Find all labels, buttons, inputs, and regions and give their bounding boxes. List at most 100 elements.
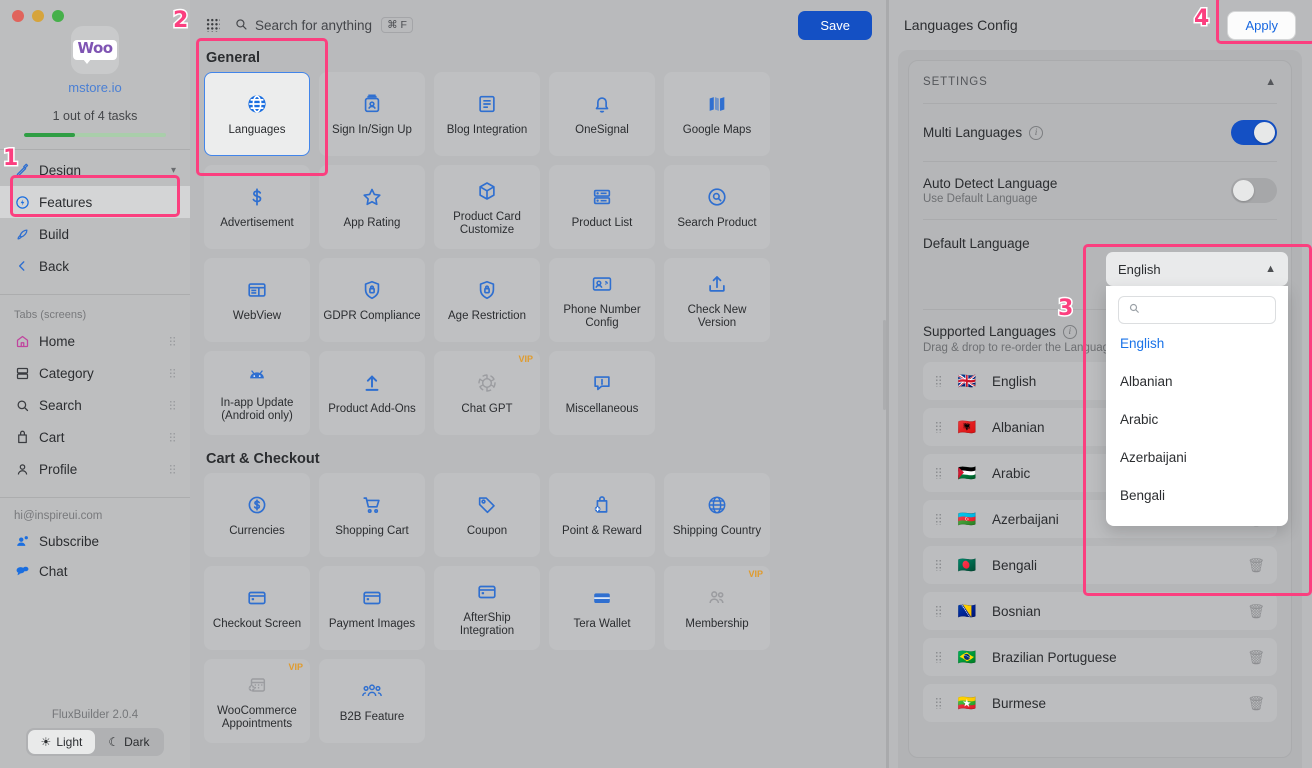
global-search[interactable]: Search for anything ⌘ F: [234, 17, 413, 34]
sun-icon: ☀: [40, 735, 52, 749]
dropdown-option-albanian[interactable]: Albanian: [1118, 362, 1276, 400]
chevron-down-icon: ▾: [170, 164, 176, 176]
settings-section-header[interactable]: SETTINGS ▲: [923, 61, 1277, 103]
language-row-brazilian-portuguese[interactable]: 🇧🇷 Brazilian Portuguese 🗑: [923, 638, 1277, 676]
feature-tile-check-new-version[interactable]: Check New Version: [664, 258, 770, 342]
feature-tile-shipping-country[interactable]: Shipping Country: [664, 473, 770, 557]
feature-tile-miscellaneous[interactable]: Miscellaneous: [549, 351, 655, 435]
theme-light-button[interactable]: ☀ Light: [27, 730, 96, 754]
feature-tile-search-product[interactable]: Search Product: [664, 165, 770, 249]
feature-tile-chat-gpt[interactable]: VIP Chat GPT: [434, 351, 540, 435]
drag-handle-icon[interactable]: [169, 399, 176, 411]
feature-tile-gdpr-compliance[interactable]: GDPR Compliance: [319, 258, 425, 342]
apply-button[interactable]: Apply: [1227, 10, 1296, 40]
card-icon: [361, 585, 383, 611]
feature-tile-in-app-update[interactable]: In-app Update (Android only): [204, 351, 310, 435]
trash-icon[interactable]: 🗑: [1247, 603, 1265, 620]
close-window-button[interactable]: [12, 10, 24, 22]
trash-icon[interactable]: 🗑: [1247, 695, 1265, 712]
sidebar-tab-search[interactable]: Search: [0, 389, 190, 421]
drag-handle-icon[interactable]: [935, 421, 942, 433]
drag-handle-icon[interactable]: [935, 651, 942, 663]
top-toolbar: Search for anything ⌘ F Save: [190, 0, 888, 50]
apps-grid-icon[interactable]: [206, 18, 220, 32]
feature-tile-checkout-screen[interactable]: Checkout Screen: [204, 566, 310, 650]
drag-handle-icon[interactable]: [169, 463, 176, 475]
feature-tile-phone-number-config[interactable]: Phone Number Config: [549, 258, 655, 342]
tile-label: Google Maps: [682, 124, 752, 136]
feature-tile-webview[interactable]: WebView: [204, 258, 310, 342]
feature-tile-membership[interactable]: VIP Membership: [664, 566, 770, 650]
chevron-up-icon[interactable]: ▲: [1265, 76, 1277, 88]
feature-tile-age-restriction[interactable]: Age Restriction: [434, 258, 540, 342]
sidebar-tab-home[interactable]: Home: [0, 325, 190, 357]
dropdown-option-bengali[interactable]: Bengali: [1118, 476, 1276, 514]
feature-tile-b2b-feature[interactable]: B2B Feature: [319, 659, 425, 743]
feature-tile-product-list[interactable]: Product List: [549, 165, 655, 249]
feature-tile-google-maps[interactable]: Google Maps: [664, 72, 770, 156]
info-icon[interactable]: i: [1029, 125, 1044, 140]
feature-tile-languages[interactable]: Languages: [204, 72, 310, 156]
language-row-bengali[interactable]: 🇧🇩 Bengali 🗑: [923, 546, 1277, 584]
default-language-select[interactable]: English ▲: [1106, 252, 1288, 286]
sidebar-item-features[interactable]: Features: [0, 186, 190, 218]
feature-tile-currencies[interactable]: Currencies: [204, 473, 310, 557]
auto-detect-language-toggle[interactable]: [1231, 178, 1277, 203]
feature-tile-app-rating[interactable]: App Rating: [319, 165, 425, 249]
store-name[interactable]: mstore.io: [0, 80, 190, 95]
dropdown-option-english[interactable]: English: [1118, 324, 1276, 362]
info-icon[interactable]: i: [1062, 324, 1077, 339]
sidebar-item-back[interactable]: Back: [0, 250, 190, 282]
drag-handle-icon[interactable]: [935, 605, 942, 617]
drag-handle-icon[interactable]: [169, 367, 176, 379]
drag-handle-icon[interactable]: [935, 697, 942, 709]
dollar-circle-icon: [246, 492, 268, 518]
sidebar-tab-cart[interactable]: Cart: [0, 421, 190, 453]
trash-icon[interactable]: 🗑: [1247, 557, 1265, 574]
language-row-bosnian[interactable]: 🇧🇦 Bosnian 🗑: [923, 592, 1277, 630]
drag-handle-icon[interactable]: [169, 335, 176, 347]
drag-handle-icon[interactable]: [935, 375, 942, 387]
feature-tile-point-reward[interactable]: Point & Reward: [549, 473, 655, 557]
chevron-up-icon[interactable]: ▲: [1265, 263, 1276, 275]
card-icon: [476, 579, 498, 605]
minimize-window-button[interactable]: [32, 10, 44, 22]
feature-tile-product-add-ons[interactable]: Product Add-Ons: [319, 351, 425, 435]
dropdown-search[interactable]: [1118, 296, 1276, 324]
search-shortcut-badge: ⌘ F: [381, 17, 413, 33]
sidebar-link-chat[interactable]: Chat: [0, 556, 190, 586]
theme-dark-button[interactable]: ☾ Dark: [95, 730, 162, 754]
feature-tile-advertisement[interactable]: Advertisement: [204, 165, 310, 249]
language-name: Albanian: [992, 419, 1045, 435]
tile-label: Product List: [571, 217, 633, 229]
maximize-window-button[interactable]: [52, 10, 64, 22]
drag-handle-icon[interactable]: [935, 513, 942, 525]
feature-tile-sign-in-sign-up[interactable]: Sign In/Sign Up: [319, 72, 425, 156]
save-button[interactable]: Save: [798, 10, 872, 40]
sidebar-item-design[interactable]: Design ▾: [0, 154, 190, 186]
drag-handle-icon[interactable]: [169, 431, 176, 443]
feature-tile-aftership-integration[interactable]: AfterShip Integration: [434, 566, 540, 650]
sidebar-tab-category[interactable]: Category: [0, 357, 190, 389]
feature-tile-onesignal[interactable]: OneSignal: [549, 72, 655, 156]
sidebar-link-subscribe[interactable]: Subscribe: [0, 526, 190, 556]
feature-tile-coupon[interactable]: Coupon: [434, 473, 540, 557]
dropdown-option-azerbaijani[interactable]: Azerbaijani: [1118, 438, 1276, 476]
feature-tile-tera-wallet[interactable]: Tera Wallet: [549, 566, 655, 650]
dropdown-option-arabic[interactable]: Arabic: [1118, 400, 1276, 438]
sidebar-tab-profile[interactable]: Profile: [0, 453, 190, 485]
drag-handle-icon[interactable]: [935, 467, 942, 479]
feature-tile-woocommerce-appointments[interactable]: VIP WooCommerce Appointments: [204, 659, 310, 743]
multi-languages-toggle[interactable]: [1231, 120, 1277, 145]
feature-tile-payment-images[interactable]: Payment Images: [319, 566, 425, 650]
theme-toggle[interactable]: ☀ Light ☾ Dark: [25, 728, 165, 756]
feature-tile-product-card-customize[interactable]: Product Card Customize: [434, 165, 540, 249]
page-title: Languages Config: [904, 17, 1018, 33]
trash-icon[interactable]: 🗑: [1247, 649, 1265, 666]
drag-handle-icon[interactable]: [935, 559, 942, 571]
dropdown-search-input[interactable]: [1146, 303, 1266, 317]
language-row-burmese[interactable]: 🇲🇲 Burmese 🗑: [923, 684, 1277, 722]
feature-tile-blog-integration[interactable]: Blog Integration: [434, 72, 540, 156]
feature-tile-shopping-cart[interactable]: Shopping Cart: [319, 473, 425, 557]
sidebar-item-build[interactable]: Build: [0, 218, 190, 250]
